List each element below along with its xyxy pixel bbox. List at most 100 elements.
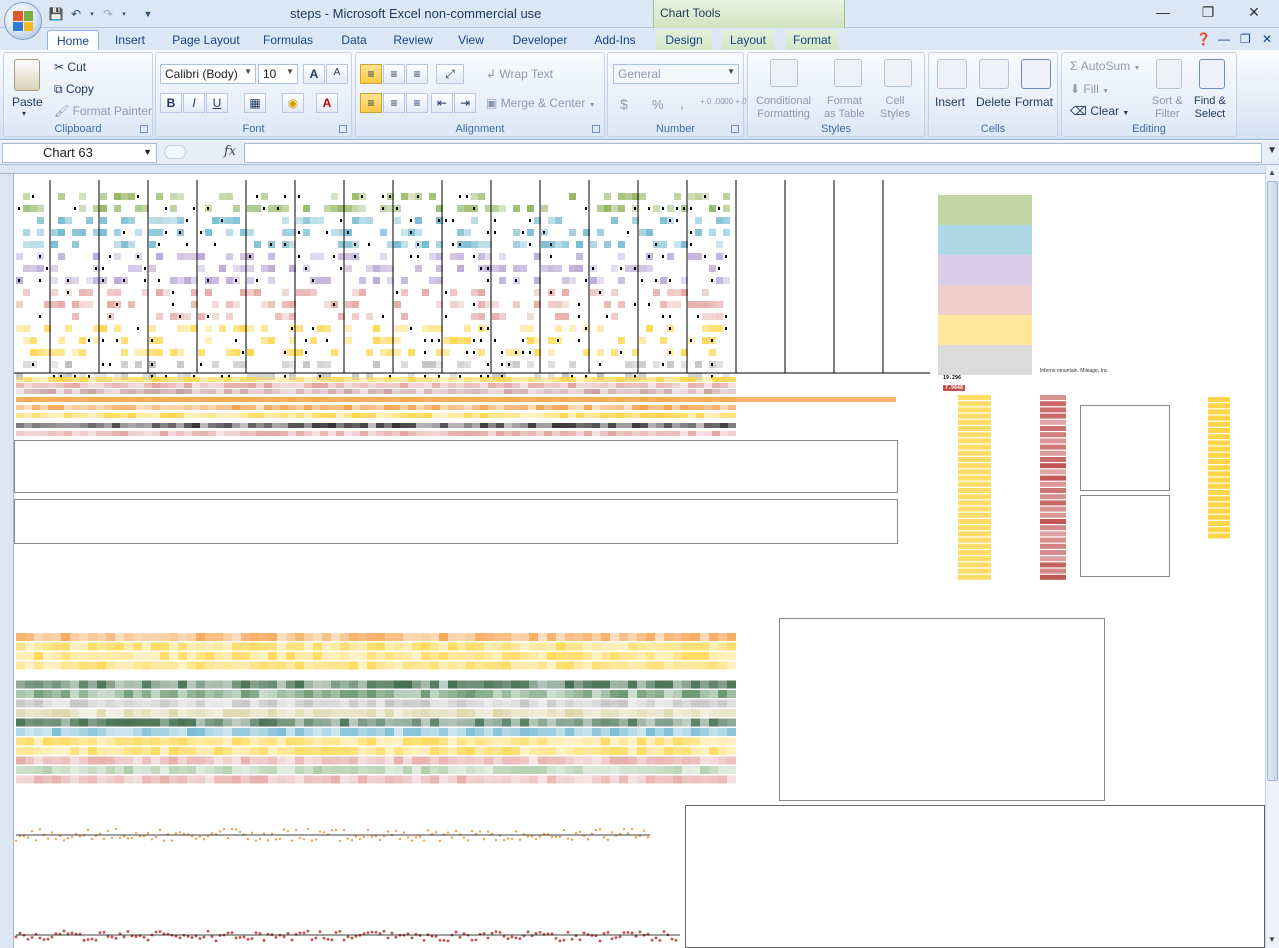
vertical-scrollbar[interactable]: ▲ ▼ — [1265, 165, 1279, 948]
customize-qat-icon[interactable]: ▼ — [140, 6, 156, 22]
conditional-formatting-button[interactable]: Conditional Formatting — [756, 95, 811, 121]
tab-layout[interactable]: Layout — [722, 30, 774, 50]
worksheet-area[interactable]: Inferno mountain. Mileage, Inc. 19.296 7… — [0, 165, 1265, 948]
data-dot — [487, 327, 489, 330]
name-box[interactable]: Chart 63 ▼ — [2, 143, 157, 163]
fill-color-icon[interactable]: ◉ — [282, 93, 304, 113]
align-left-icon[interactable]: ≡ — [360, 93, 382, 113]
tab-view[interactable]: View — [452, 30, 490, 50]
grow-font-button[interactable]: A — [303, 64, 325, 84]
tab-home[interactable]: Home — [47, 30, 99, 50]
align-top-icon[interactable]: ≡ — [360, 64, 382, 84]
tab-developer[interactable]: Developer — [508, 30, 572, 50]
font-size-combo[interactable]: 10 ▼ — [258, 64, 298, 84]
mid-heat-cell — [655, 728, 664, 736]
chart-small-red[interactable] — [1080, 405, 1170, 491]
cut-button[interactable]: ✂ Cut — [54, 60, 86, 74]
sort-filter-button[interactable]: Sort & Filter — [1152, 95, 1183, 121]
tab-page-layout[interactable]: Page Layout — [168, 30, 244, 50]
tab-insert[interactable]: Insert — [108, 30, 152, 50]
mid-heat-cell — [583, 756, 592, 765]
ribbon-minimize-icon[interactable]: — — [1218, 32, 1230, 46]
copy-button[interactable]: ⧉ Copy — [54, 82, 94, 97]
expand-formula-bar-icon[interactable]: ▼ — [1267, 145, 1277, 156]
format-painter-button[interactable]: 🖌 Format Painter — [54, 104, 152, 118]
minimize-button[interactable]: — — [1148, 4, 1178, 20]
scroll-thumb[interactable] — [1267, 181, 1278, 781]
heat-cell — [562, 277, 569, 284]
paste-icon[interactable] — [14, 59, 40, 91]
tab-design[interactable]: Design — [656, 30, 712, 50]
paste-button[interactable]: Paste — [12, 95, 43, 109]
chart-pink-band[interactable] — [14, 499, 898, 544]
format-as-table-button[interactable]: Format as Table — [824, 95, 865, 121]
mid-heat-cell — [682, 747, 691, 755]
increase-indent-icon[interactable]: ⇥ — [454, 93, 476, 113]
decrease-decimal-button[interactable]: .00 +.0 — [722, 97, 747, 106]
restore-button[interactable]: ❐ — [1193, 4, 1223, 21]
cell-styles-button[interactable]: Cell Styles — [880, 95, 910, 121]
font-launcher-icon[interactable] — [339, 125, 347, 133]
fill-button[interactable]: ⬇ Fill ▼ — [1070, 82, 1109, 96]
currency-button[interactable]: $ — [620, 96, 628, 112]
tab-add-ins[interactable]: Add-Ins — [588, 30, 642, 50]
paste-dropdown-icon[interactable]: ▾ — [22, 109, 26, 118]
align-center-icon[interactable]: ≡ — [383, 93, 405, 113]
data-dot — [172, 303, 174, 306]
ribbon-restore-icon[interactable]: ❐ — [1240, 32, 1251, 46]
number-format-combo[interactable]: General ▼ — [613, 64, 739, 84]
underline-button[interactable]: U — [206, 93, 228, 113]
undo-icon[interactable]: ↶ — [68, 6, 84, 22]
tab-formulas[interactable]: Formulas — [258, 30, 318, 50]
align-middle-icon[interactable]: ≡ — [383, 64, 405, 84]
orientation-icon[interactable]: ⤢ — [436, 64, 464, 84]
increase-decimal-button[interactable]: +.0 .00 — [700, 97, 725, 106]
data-dot — [277, 207, 279, 210]
font-name-combo[interactable]: Calibri (Body) ▼ — [160, 64, 256, 84]
align-right-icon[interactable]: ≡ — [406, 93, 428, 113]
comma-button[interactable]: , — [680, 95, 684, 111]
format-cells-button[interactable]: Format — [1015, 95, 1053, 109]
percent-button[interactable]: % — [652, 97, 664, 112]
insert-cells-button[interactable]: Insert — [935, 95, 965, 109]
redo-icon[interactable]: ↷ — [100, 6, 116, 22]
wrap-text-button[interactable]: ↲ Wrap Text — [486, 67, 553, 81]
merge-center-button[interactable]: ▣ Merge & Center ▼ — [486, 96, 596, 110]
heat-cell — [72, 301, 79, 308]
close-button[interactable]: ✕ — [1239, 4, 1269, 21]
mid-heat-cell — [205, 737, 214, 746]
formula-input[interactable] — [244, 143, 1262, 163]
save-icon[interactable]: 💾 — [48, 6, 64, 22]
undo-dropdown-icon[interactable]: ▾ — [88, 6, 96, 22]
chart-multiline[interactable] — [779, 618, 1105, 801]
chart-yellow-band[interactable] — [14, 440, 898, 493]
ribbon-close-icon[interactable]: ✕ — [1262, 32, 1272, 46]
borders-icon[interactable]: ▦ — [244, 93, 266, 113]
font-color-icon[interactable]: A — [316, 93, 338, 113]
mid-heat-cell — [250, 690, 259, 698]
chart-small-orange[interactable] — [1080, 495, 1170, 577]
heat-cell — [394, 325, 401, 332]
redo-dropdown-icon[interactable]: ▾ — [120, 6, 128, 22]
alignment-launcher-icon[interactable] — [592, 125, 600, 133]
scroll-up-icon[interactable]: ▲ — [1268, 168, 1276, 177]
office-button[interactable] — [4, 2, 42, 40]
delete-cells-button[interactable]: Delete — [976, 95, 1011, 109]
clear-button[interactable]: ⌫ Clear ▼ — [1070, 104, 1129, 118]
tab-review[interactable]: Review — [388, 30, 438, 50]
decrease-indent-icon[interactable]: ⇤ — [431, 93, 453, 113]
number-launcher-icon[interactable] — [731, 125, 739, 133]
scroll-down-icon[interactable]: ▼ — [1268, 935, 1276, 944]
find-select-button[interactable]: Find & Select — [1194, 95, 1226, 121]
align-bottom-icon[interactable]: ≡ — [406, 64, 428, 84]
bold-button[interactable]: B — [160, 93, 182, 113]
tab-data[interactable]: Data — [334, 30, 374, 50]
italic-button[interactable]: I — [183, 93, 205, 113]
tab-format[interactable]: Format — [786, 30, 838, 50]
shrink-font-button[interactable]: A — [326, 64, 348, 84]
clipboard-launcher-icon[interactable] — [140, 125, 148, 133]
insert-function-icon[interactable]: fx — [224, 144, 236, 159]
chart-63[interactable] — [685, 805, 1265, 948]
help-icon[interactable]: ❓ — [1196, 32, 1211, 46]
autosum-button[interactable]: Σ AutoSum ▼ — [1070, 59, 1140, 73]
